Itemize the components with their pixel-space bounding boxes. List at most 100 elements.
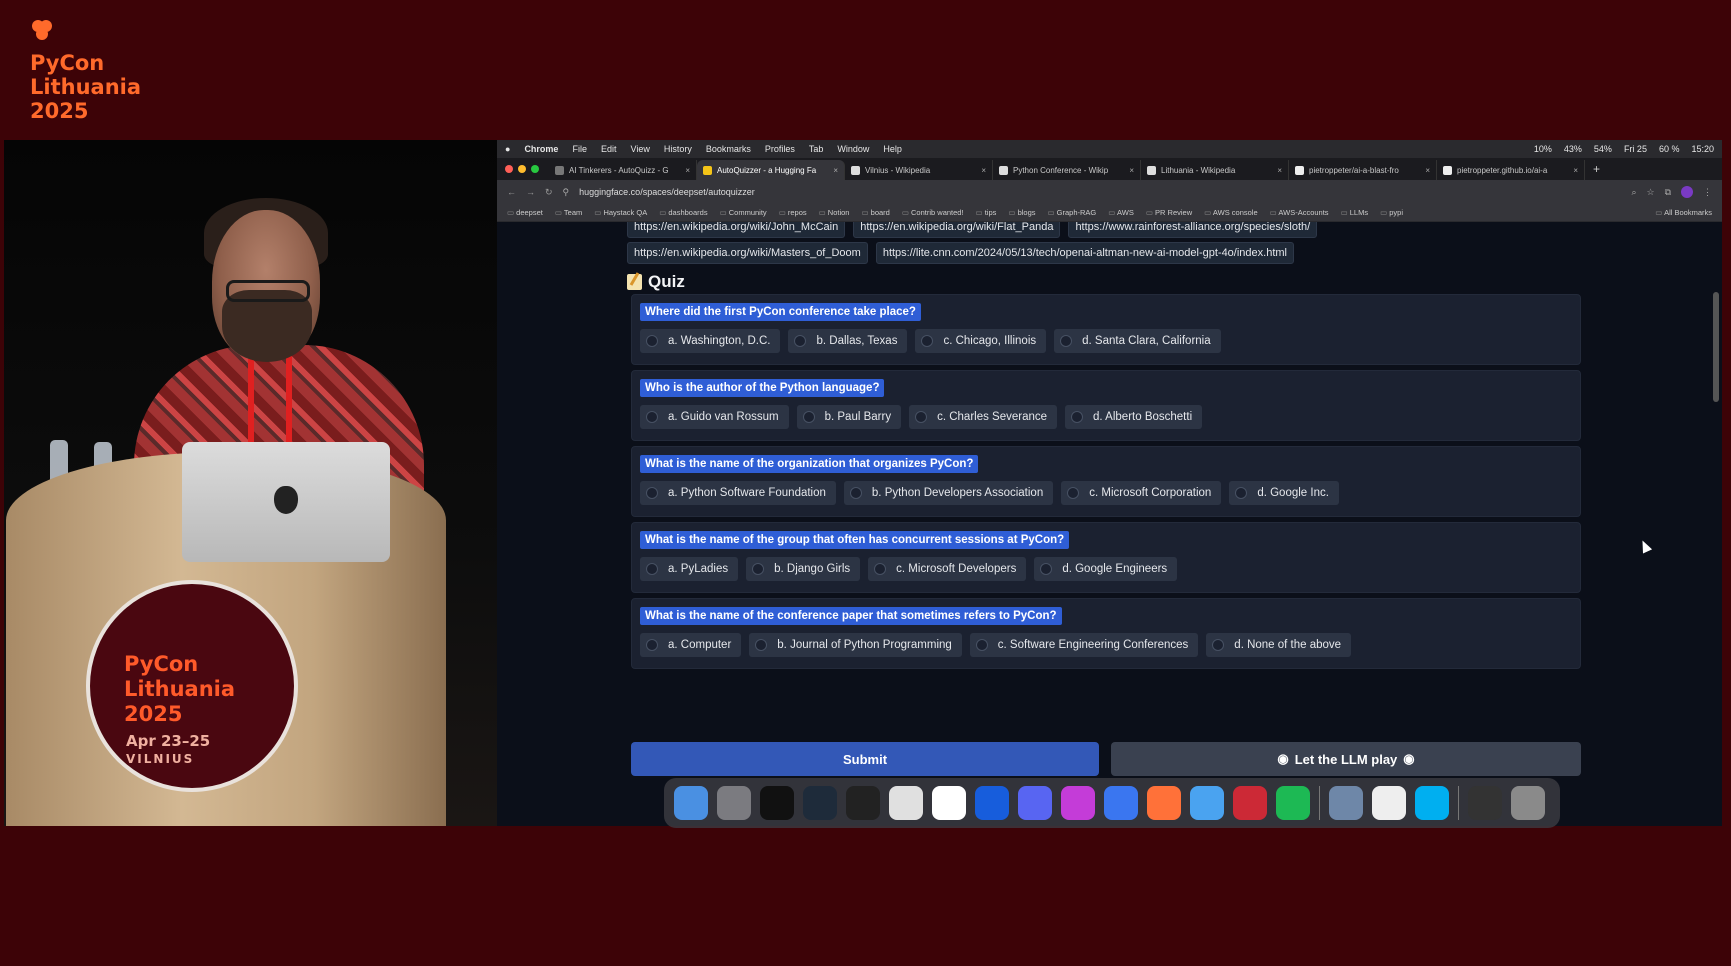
close-tab-icon[interactable]: ×: [977, 166, 986, 175]
radio-button[interactable]: [1060, 335, 1073, 347]
firefox-icon[interactable]: [1147, 786, 1181, 820]
bookmark-item[interactable]: AWS: [1108, 208, 1134, 217]
radio-button[interactable]: [646, 487, 658, 499]
menu-window[interactable]: Window: [837, 144, 869, 154]
menu-bookmarks[interactable]: Bookmarks: [706, 144, 751, 154]
apple-menu-icon[interactable]: ●: [505, 144, 510, 154]
answer-option[interactable]: c. Software Engineering Conferences: [969, 633, 1199, 657]
radio-button[interactable]: [1071, 411, 1084, 423]
radio-button[interactable]: [849, 487, 862, 499]
tab-github-pages[interactable]: pietroppeter.github.io/ai-a ×: [1437, 160, 1585, 180]
tab-autoquizzer[interactable]: AutoQuizzer - a Hugging Fa ×: [697, 160, 845, 180]
cat-app-icon[interactable]: [1372, 786, 1406, 820]
zotero-icon[interactable]: [1233, 786, 1267, 820]
radio-button[interactable]: [794, 335, 807, 347]
close-tab-icon[interactable]: ×: [829, 166, 838, 175]
bookmark-item[interactable]: Graph-RAG: [1048, 208, 1097, 217]
bookmark-item[interactable]: Team: [555, 208, 582, 217]
bookmark-item[interactable]: PR Review: [1146, 208, 1192, 217]
bookmark-item[interactable]: dashboards: [659, 208, 707, 217]
slack-icon[interactable]: [932, 786, 966, 820]
radio-button[interactable]: [646, 335, 658, 347]
menu-edit[interactable]: Edit: [601, 144, 617, 154]
radio-button[interactable]: [915, 411, 928, 423]
tab-vilnius[interactable]: Vilnius - Wikipedia ×: [845, 160, 993, 180]
bookmark-all[interactable]: All Bookmarks: [1655, 208, 1712, 217]
new-tab-icon[interactable]: +: [1585, 162, 1608, 176]
zoom-icon[interactable]: ⌕: [1631, 187, 1636, 198]
signal-icon[interactable]: [1104, 786, 1138, 820]
answer-option[interactable]: b. Django Girls: [746, 557, 861, 581]
close-tab-icon[interactable]: ×: [1273, 166, 1282, 175]
bookmark-item[interactable]: repos: [779, 208, 807, 217]
profile-avatar[interactable]: [1681, 186, 1693, 198]
radio-button[interactable]: [752, 563, 765, 575]
answer-option[interactable]: c. Microsoft Developers: [868, 557, 1027, 581]
maximize-window-icon[interactable]: [531, 165, 539, 173]
answer-option[interactable]: c. Microsoft Corporation: [1061, 481, 1222, 505]
chrome-icon[interactable]: [889, 786, 923, 820]
submit-button[interactable]: Submit: [631, 742, 1099, 776]
source-link[interactable]: https://en.wikipedia.org/wiki/Flat_Panda: [853, 222, 1061, 238]
page-scrollbar[interactable]: [1713, 292, 1719, 402]
trash-icon[interactable]: [1511, 786, 1545, 820]
answer-option[interactable]: a. PyLadies: [640, 557, 739, 581]
bookmark-item[interactable]: Haystack QA: [594, 208, 647, 217]
reload-icon[interactable]: ↻: [545, 187, 553, 198]
menu-history[interactable]: History: [664, 144, 692, 154]
minimize-window-icon[interactable]: [518, 165, 526, 173]
radio-button[interactable]: [802, 411, 815, 423]
downloads-icon[interactable]: [1468, 786, 1502, 820]
menu-file[interactable]: File: [572, 144, 587, 154]
bookmark-item[interactable]: Community: [720, 208, 767, 217]
bookmark-item[interactable]: tips: [976, 208, 997, 217]
answer-option[interactable]: c. Charles Severance: [909, 405, 1058, 429]
tab-ai-tinkerers[interactable]: AI Tinkerers - AutoQuizz - G ×: [549, 160, 697, 180]
radio-button[interactable]: [646, 563, 658, 575]
source-link[interactable]: https://en.wikipedia.org/wiki/Masters_of…: [627, 242, 868, 264]
tab-lithuania[interactable]: Lithuania - Wikipedia ×: [1141, 160, 1289, 180]
radio-button[interactable]: [755, 639, 768, 651]
close-window-icon[interactable]: [505, 165, 513, 173]
answer-option[interactable]: a. Python Software Foundation: [640, 481, 836, 505]
menu-view[interactable]: View: [630, 144, 649, 154]
spotify-icon[interactable]: [1276, 786, 1310, 820]
radio-button[interactable]: [646, 411, 658, 423]
tab-python-conference[interactable]: Python Conference - Wikip ×: [993, 160, 1141, 180]
let-llm-play-button[interactable]: ◉ Let the LLM play ◉: [1111, 742, 1581, 776]
answer-option[interactable]: b. Paul Barry: [796, 405, 902, 429]
radio-button[interactable]: [646, 639, 658, 651]
close-tab-icon[interactable]: ×: [681, 166, 690, 175]
answer-option[interactable]: d. Google Engineers: [1034, 557, 1178, 581]
skype-icon[interactable]: [1415, 786, 1449, 820]
bookmark-item[interactable]: AWS console: [1204, 208, 1258, 217]
system-settings-icon[interactable]: [717, 786, 751, 820]
source-link[interactable]: https://www.rainforest-alliance.org/spec…: [1068, 222, 1318, 238]
radio-button[interactable]: [1212, 639, 1225, 651]
menu-tab[interactable]: Tab: [809, 144, 824, 154]
extensions-icon[interactable]: ⧉: [1665, 187, 1671, 198]
answer-option[interactable]: a. Washington, D.C.: [640, 329, 781, 353]
preview-icon[interactable]: [1329, 786, 1363, 820]
menu-help[interactable]: Help: [883, 144, 902, 154]
back-icon[interactable]: ←: [507, 187, 516, 197]
finder-icon[interactable]: [674, 786, 708, 820]
radio-button[interactable]: [1235, 487, 1248, 499]
bookmark-item[interactable]: Contrib wanted!: [902, 208, 964, 217]
answer-option[interactable]: d. Google Inc.: [1229, 481, 1339, 505]
close-tab-icon[interactable]: ×: [1125, 166, 1134, 175]
close-tab-icon[interactable]: ×: [1421, 166, 1430, 175]
answer-option[interactable]: d. Santa Clara, California: [1054, 329, 1221, 353]
menu-app-name[interactable]: Chrome: [524, 144, 558, 154]
bookmark-star-icon[interactable]: ☆: [1646, 187, 1654, 198]
answer-option[interactable]: b. Python Developers Association: [843, 481, 1054, 505]
radio-button[interactable]: [1067, 487, 1080, 499]
answer-option[interactable]: c. Chicago, Illinois: [915, 329, 1047, 353]
bookmark-item[interactable]: AWS-Accounts: [1270, 208, 1328, 217]
radio-button[interactable]: [1040, 563, 1053, 575]
terminal-icon[interactable]: [760, 786, 794, 820]
pycharm-icon[interactable]: [803, 786, 837, 820]
answer-option[interactable]: d. None of the above: [1206, 633, 1352, 657]
radio-button[interactable]: [874, 563, 887, 575]
flower-app-icon[interactable]: [1061, 786, 1095, 820]
